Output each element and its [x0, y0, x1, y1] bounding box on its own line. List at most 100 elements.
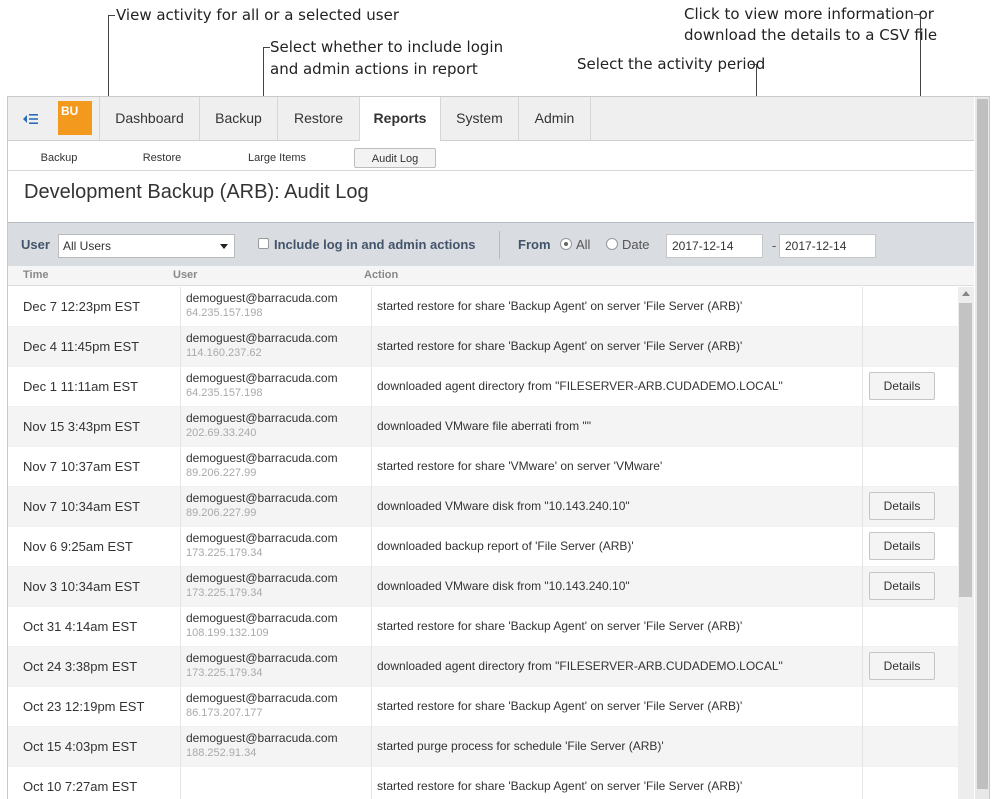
row-user-email: demoguest@barracuda.com — [186, 291, 338, 305]
row-time: Dec 7 12:23pm EST — [23, 299, 141, 314]
row-user: demoguest@barracuda.com 114.160.237.62 — [180, 327, 372, 367]
chevron-down-icon — [220, 244, 228, 249]
callout-user-filter: View activity for all or a selected user — [116, 6, 399, 24]
divider — [499, 231, 500, 259]
tab-backup[interactable]: Backup — [199, 97, 277, 140]
subtab-audit-log[interactable]: Audit Log — [354, 148, 436, 168]
row-user-ip: 108.199.132.109 — [186, 627, 269, 639]
user-select-value: All Users — [63, 239, 112, 253]
row-details-cell: Details — [862, 487, 958, 527]
column-header-user[interactable]: User — [173, 269, 197, 281]
row-user: demoguest@barracuda.com 173.225.179.34 — [180, 527, 372, 567]
details-button[interactable]: Details — [869, 652, 935, 680]
row-user: demoguest@barracuda.com 188.252.91.34 — [180, 727, 372, 767]
subtab-large-items[interactable]: Large Items — [238, 148, 316, 168]
details-button[interactable]: Details — [869, 492, 935, 520]
row-user-email: demoguest@barracuda.com — [186, 731, 338, 745]
table-row: Dec 4 11:45pm EST demoguest@barracuda.com… — [8, 327, 958, 367]
row-user-email: demoguest@barracuda.com — [186, 571, 338, 585]
row-user-ip: 89.206.227.99 — [186, 507, 257, 519]
date-from-input[interactable]: 2017-12-14 — [666, 234, 763, 258]
collapse-menu-icon — [23, 113, 38, 124]
table-header: Time User Action — [8, 266, 974, 286]
row-user: demoguest@barracuda.com 86.173.207.177 — [180, 687, 372, 727]
row-user-ip: 64.235.157.198 — [186, 307, 263, 319]
row-action: started restore for share 'Backup Agent'… — [377, 699, 743, 713]
details-button[interactable]: Details — [869, 532, 935, 560]
subtab-restore[interactable]: Restore — [130, 148, 194, 168]
user-select[interactable]: All Users — [58, 234, 235, 258]
callout-line — [263, 47, 270, 48]
top-nav: BU Dashboard Backup Restore Reports Syst… — [8, 97, 974, 141]
subtab-backup[interactable]: Backup — [28, 148, 90, 168]
tab-system[interactable]: System — [440, 97, 518, 140]
table-scrollbar-thumb[interactable] — [959, 303, 972, 597]
column-header-time[interactable]: Time — [23, 269, 48, 281]
row-time: Oct 23 12:19pm EST — [23, 699, 145, 714]
row-user: demoguest@barracuda.com 64.235.157.198 — [180, 367, 372, 407]
tab-dashboard[interactable]: Dashboard — [99, 97, 199, 140]
row-time: Oct 31 4:14am EST — [23, 619, 138, 634]
table-row: Oct 23 12:19pm EST demoguest@barracuda.co… — [8, 687, 958, 727]
row-user-ip: 202.69.33.240 — [186, 427, 257, 439]
row-details-cell — [862, 687, 958, 727]
row-user-email: demoguest@barracuda.com — [186, 691, 338, 705]
table-row: Oct 31 4:14am EST demoguest@barracuda.com… — [8, 607, 958, 647]
row-user-ip: 173.225.179.34 — [186, 667, 263, 679]
row-user-email: demoguest@barracuda.com — [186, 331, 338, 345]
table-row: Oct 15 4:03pm EST demoguest@barracuda.com… — [8, 727, 958, 767]
row-action: started restore for share 'VMware' on se… — [377, 459, 663, 473]
row-user: demoguest@barracuda.com 64.235.157.198 — [180, 287, 372, 327]
date-to-input[interactable]: 2017-12-14 — [779, 234, 876, 258]
row-user-email: demoguest@barracuda.com — [186, 611, 338, 625]
row-time: Nov 7 10:37am EST — [23, 459, 141, 474]
row-user-ip: 89.206.227.99 — [186, 467, 257, 479]
date-radio[interactable] — [606, 238, 618, 250]
user-filter-label: User — [21, 237, 50, 252]
row-details-cell — [862, 607, 958, 647]
row-time: Nov 15 3:43pm EST — [23, 419, 141, 434]
filter-bar: User All Users Include log in and admin … — [8, 222, 974, 266]
table-row: Nov 7 10:37am EST demoguest@barracuda.com… — [8, 447, 958, 487]
table-row: Dec 7 12:23pm EST demoguest@barracuda.com… — [8, 287, 958, 327]
row-details-cell — [862, 287, 958, 327]
all-radio-label: All — [576, 237, 591, 252]
row-time: Nov 6 9:25am EST — [23, 539, 133, 554]
details-button[interactable]: Details — [869, 372, 935, 400]
row-user: demoguest@barracuda.com 89.206.227.99 — [180, 447, 372, 487]
page-title: Development Backup (ARB): Audit Log — [24, 181, 369, 203]
row-action: started purge process for schedule 'File… — [377, 739, 664, 753]
tab-restore[interactable]: Restore — [277, 97, 359, 140]
date-separator: - — [772, 238, 777, 253]
row-user-ip: 114.160.237.62 — [186, 347, 262, 359]
row-user-email: demoguest@barracuda.com — [186, 491, 338, 505]
table-row: Oct 10 7:27am EST started restore for sha… — [8, 767, 958, 799]
all-radio[interactable] — [560, 238, 572, 250]
scroll-up-icon[interactable] — [962, 291, 970, 296]
row-time: Nov 7 10:34am EST — [23, 499, 141, 514]
table-scrollbar[interactable] — [958, 287, 974, 799]
table-row: Nov 3 10:34am EST demoguest@barracuda.com… — [8, 567, 958, 607]
row-user-email: demoguest@barracuda.com — [186, 411, 338, 425]
include-login-checkbox[interactable] — [258, 238, 269, 249]
date-radio-label: Date — [622, 237, 650, 252]
collapse-menu-button[interactable] — [8, 97, 52, 140]
row-details-cell: Details — [862, 567, 958, 607]
row-action: started restore for share 'Backup Agent'… — [377, 619, 743, 633]
page-scrollbar-thumb[interactable] — [977, 99, 988, 789]
details-button[interactable]: Details — [869, 572, 935, 600]
column-header-action[interactable]: Action — [364, 269, 398, 281]
callout-login-filter-line2: and admin actions in report — [270, 60, 478, 78]
row-user: demoguest@barracuda.com 108.199.132.109 — [180, 607, 372, 647]
row-user-email: demoguest@barracuda.com — [186, 451, 338, 465]
row-user: demoguest@barracuda.com 202.69.33.240 — [180, 407, 372, 447]
tab-admin[interactable]: Admin — [518, 97, 591, 140]
audit-log-table: Dec 7 12:23pm EST demoguest@barracuda.com… — [8, 287, 958, 799]
page-scrollbar[interactable] — [975, 97, 989, 799]
tab-reports[interactable]: Reports — [359, 97, 440, 141]
row-details-cell: Details — [862, 647, 958, 687]
table-row: Nov 15 3:43pm EST demoguest@barracuda.com… — [8, 407, 958, 447]
row-action: downloaded agent directory from "FILESER… — [377, 659, 783, 673]
row-action: downloaded agent directory from "FILESER… — [377, 379, 783, 393]
app-window: BU Dashboard Backup Restore Reports Syst… — [7, 96, 990, 799]
